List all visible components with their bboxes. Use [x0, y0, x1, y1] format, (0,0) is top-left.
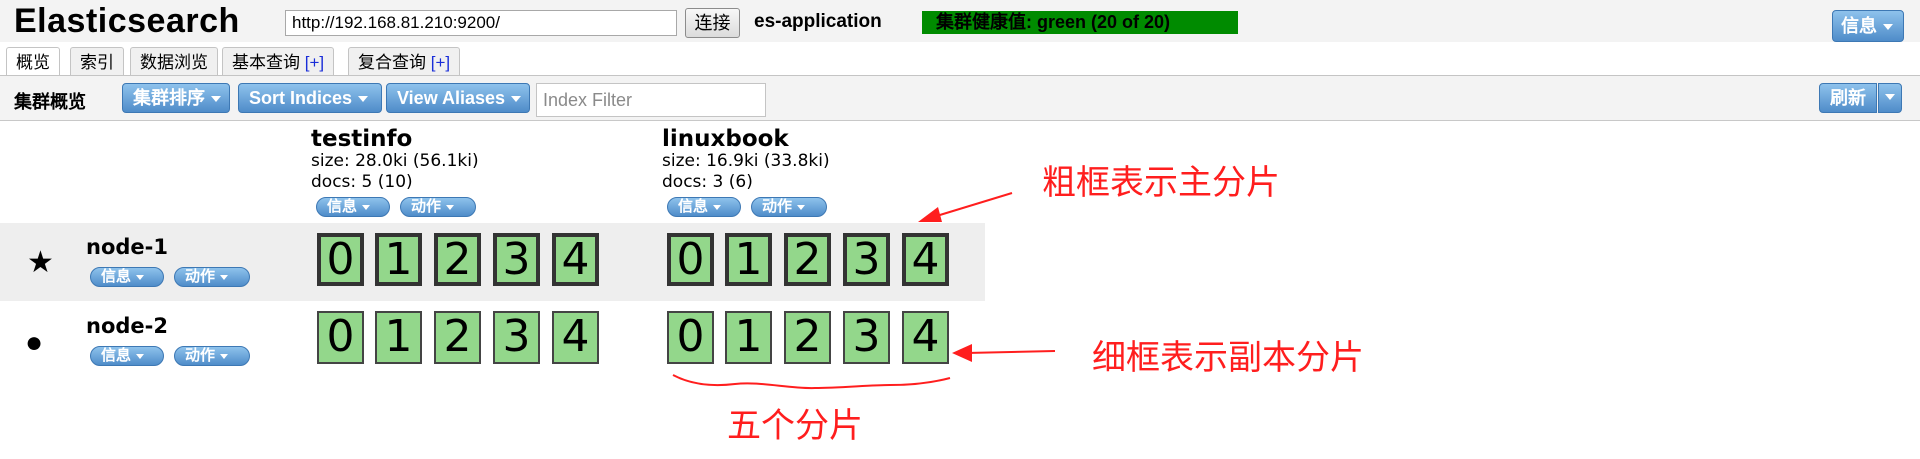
annotation-replica-note: 细框表示副本分片: [1092, 338, 1364, 378]
annotation-arrow-replica: [965, 350, 1056, 354]
annotation-overlay: [672, 192, 1056, 390]
annotation-five-shards-note: 五个分片: [727, 406, 863, 446]
annotation-primary-note: 粗框表示主分片: [1042, 163, 1280, 203]
annotation-arrowhead-replica: [952, 344, 972, 362]
annotation-arrow-primary: [929, 192, 1013, 219]
annotation-underline-five-shards: [672, 374, 951, 390]
annotation-arrowhead-primary: [918, 207, 942, 222]
